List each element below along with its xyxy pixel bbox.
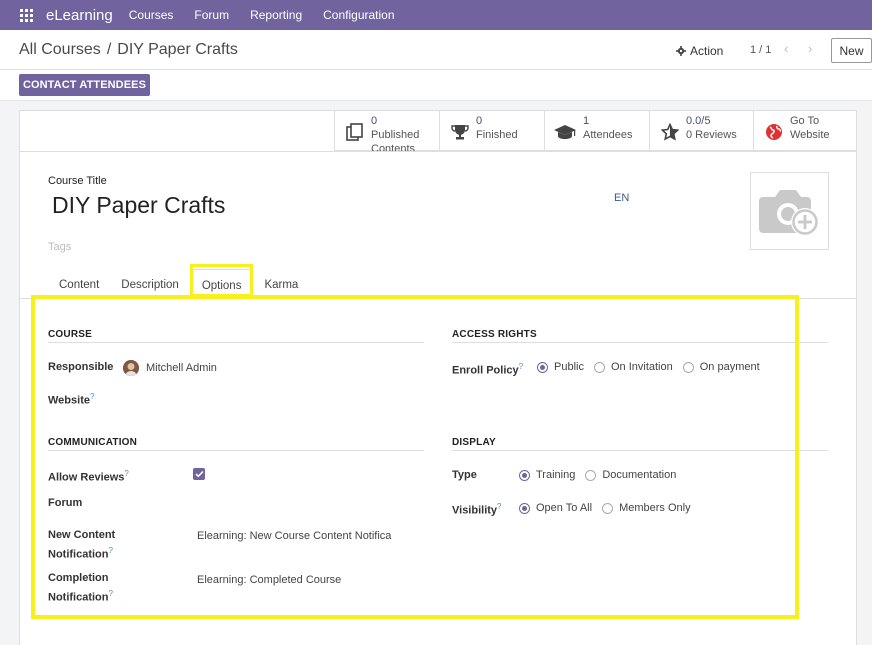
menu-configuration[interactable]: Configuration [323, 8, 394, 22]
attendees-label: Attendees [583, 129, 633, 141]
website-label: Website [790, 129, 830, 141]
control-panel: All Courses / DIY Paper Crafts Action 1 / … [0, 30, 872, 70]
attendees-count: 1 [583, 115, 590, 127]
camera-add-icon [758, 190, 819, 236]
breadcrumb: All Courses / DIY Paper Crafts [19, 41, 238, 59]
contact-attendees-button[interactable]: CONTACT ATTENDEES [19, 74, 150, 96]
course-title-label: Course Title [48, 175, 107, 187]
new-button[interactable]: New [831, 38, 872, 63]
gear-icon [676, 46, 686, 56]
tab-description[interactable]: Description [110, 269, 190, 295]
stat-finished[interactable]: 0 Finished [439, 111, 544, 151]
breadcrumb-separator: / [106, 41, 112, 58]
tags-input[interactable]: Tags [48, 241, 71, 253]
course-title-input[interactable]: DIY Paper Crafts [52, 192, 225, 219]
main-menu: Courses Forum Reporting Configuration [129, 8, 416, 22]
stat-attendees[interactable]: 1 Attendees [544, 111, 649, 151]
course-image[interactable] [750, 172, 829, 250]
go-to-label: Go To [790, 115, 820, 127]
language-button[interactable]: EN [614, 192, 629, 204]
notebook-tabs: Content Description Options Karma [48, 269, 309, 295]
published-label-2: Contents [371, 143, 416, 155]
pager-arrows[interactable]: ‹ › [784, 41, 820, 56]
app-brand[interactable]: eLearning [46, 7, 113, 24]
finished-label: Finished [476, 129, 518, 141]
action-button[interactable]: Action [676, 44, 723, 58]
star-icon [660, 122, 680, 142]
graduation-cap-icon [553, 122, 577, 142]
pager-value[interactable]: 1 / 1 [750, 44, 771, 56]
highlight-options-tab [190, 264, 253, 297]
action-label: Action [690, 44, 724, 58]
menu-courses[interactable]: Courses [129, 8, 174, 22]
breadcrumb-root[interactable]: All Courses [19, 41, 101, 58]
globe-icon [764, 122, 784, 142]
stat-go-to-website[interactable]: Go To Website [753, 111, 857, 151]
tab-karma[interactable]: Karma [253, 269, 309, 295]
statusbar: CONTACT ATTENDEES [0, 70, 872, 101]
tab-content[interactable]: Content [48, 269, 110, 295]
apps-menu-icon[interactable] [20, 8, 34, 22]
published-contents-icon [345, 122, 365, 142]
stat-buttons: 0 Published Contents 0 Finished 1 Attend… [334, 111, 857, 155]
published-count: 0 [371, 115, 378, 127]
published-label: Published [371, 129, 420, 141]
stat-published-contents[interactable]: 0 Published Contents [334, 111, 439, 155]
menu-forum[interactable]: Forum [194, 8, 229, 22]
reviews-rating: 0.0/5 [686, 115, 711, 127]
reviews-label: 0 Reviews [686, 129, 737, 141]
stat-reviews[interactable]: 0.0/5 0 Reviews [649, 111, 753, 151]
trophy-icon [450, 122, 470, 142]
stat-divider [20, 151, 856, 152]
menu-reporting[interactable]: Reporting [250, 8, 302, 22]
highlight-options-panel [31, 295, 799, 619]
breadcrumb-current: DIY Paper Crafts [117, 41, 238, 58]
top-navbar: eLearning Courses Forum Reporting Config… [0, 0, 872, 30]
finished-count: 0 [476, 115, 483, 127]
